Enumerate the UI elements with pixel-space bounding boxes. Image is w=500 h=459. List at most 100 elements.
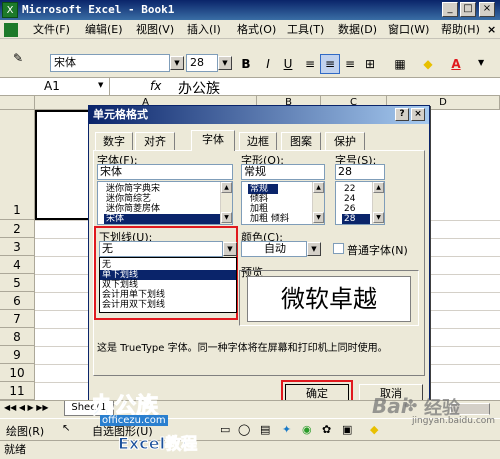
maximize-button[interactable]: □ bbox=[460, 2, 476, 17]
menu-help[interactable]: 帮助(H) bbox=[438, 22, 483, 37]
font-input[interactable]: 宋体 bbox=[97, 164, 233, 180]
scroll-up-icon[interactable]: ▲ bbox=[221, 182, 232, 193]
scroll-down-icon[interactable]: ▼ bbox=[373, 212, 384, 223]
list-item-selected[interactable]: 单下划线 bbox=[100, 270, 236, 280]
row-header[interactable]: 8 bbox=[0, 328, 35, 346]
size-dropdown-icon[interactable]: ▼ bbox=[218, 56, 232, 70]
scroll-up-icon[interactable]: ▲ bbox=[373, 182, 384, 193]
row-header[interactable]: 10 bbox=[0, 364, 35, 382]
tab-protection[interactable]: 保护 bbox=[325, 132, 365, 150]
style-listbox[interactable]: 常规 倾斜 加粗 加粗 倾斜 ▲ ▼ bbox=[241, 181, 325, 225]
list-item[interactable]: 双下划线 bbox=[100, 280, 138, 290]
list-item[interactable]: 24 bbox=[342, 194, 355, 204]
menu-format[interactable]: 格式(O) bbox=[234, 22, 279, 37]
row-header[interactable]: 6 bbox=[0, 292, 35, 310]
menu-view[interactable]: 视图(V) bbox=[133, 22, 177, 37]
menu-file[interactable]: 文件(F) bbox=[30, 22, 73, 37]
underline-button[interactable]: U bbox=[278, 54, 298, 74]
align-right-icon[interactable]: ≡ bbox=[340, 54, 360, 74]
list-item[interactable]: 无 bbox=[100, 260, 111, 270]
style-input[interactable]: 常规 bbox=[241, 164, 325, 180]
list-item[interactable]: 22 bbox=[342, 184, 355, 194]
style-scrollbar[interactable]: ▲ ▼ bbox=[312, 182, 324, 224]
tab-number[interactable]: 数字 bbox=[95, 132, 133, 150]
borders-icon[interactable]: ▦ bbox=[390, 54, 410, 74]
underline-dropdown-icon[interactable]: ▼ bbox=[223, 242, 237, 256]
font-color-button[interactable]: A bbox=[446, 54, 466, 74]
select-objects-icon[interactable]: ↖ bbox=[62, 423, 70, 434]
dialog-help-button[interactable]: ? bbox=[395, 108, 409, 121]
name-box-dropdown-icon[interactable]: ▼ bbox=[98, 81, 103, 89]
diagram-icon[interactable]: ◉ bbox=[302, 423, 312, 436]
rectangle-icon[interactable]: ▭ bbox=[220, 423, 230, 436]
size-listbox[interactable]: 22 24 26 28 ▲ ▼ bbox=[335, 181, 385, 225]
fill-color-draw-icon[interactable]: ◆ bbox=[370, 423, 378, 436]
list-item[interactable]: 倾斜 bbox=[248, 194, 268, 204]
row-header[interactable]: 4 bbox=[0, 256, 35, 274]
menu-insert[interactable]: 插入(I) bbox=[184, 22, 224, 37]
list-item-selected[interactable]: 宋体 bbox=[104, 214, 220, 224]
row-header[interactable]: 11 bbox=[0, 382, 35, 400]
menu-data[interactable]: 数据(D) bbox=[335, 22, 380, 37]
normal-font-checkbox[interactable] bbox=[333, 243, 344, 254]
bold-button[interactable]: B bbox=[236, 54, 256, 74]
draw-menu[interactable]: 绘图(R) bbox=[6, 423, 44, 439]
merge-center-icon[interactable]: ⊞ bbox=[360, 54, 380, 74]
underline-options-list[interactable]: 无 单下划线 双下划线 会计用单下划线 会计用双下划线 bbox=[99, 257, 237, 313]
list-item[interactable]: 会计用单下划线 bbox=[100, 290, 165, 300]
size-scrollbar[interactable]: ▲ ▼ bbox=[372, 182, 384, 224]
underline-combo[interactable]: 无 bbox=[99, 241, 223, 257]
tab-font[interactable]: 字体 bbox=[191, 130, 235, 151]
oval-icon[interactable]: ◯ bbox=[238, 423, 250, 436]
align-center-icon[interactable]: ≡ bbox=[320, 54, 340, 74]
picture-icon[interactable]: ▣ bbox=[342, 423, 352, 436]
row-header[interactable]: 3 bbox=[0, 238, 35, 256]
format-painter-icon[interactable]: ✎ bbox=[8, 48, 28, 68]
list-item[interactable]: 迷你简字典宋 bbox=[104, 184, 160, 194]
scroll-down-icon[interactable]: ▼ bbox=[221, 212, 232, 223]
tab-border[interactable]: 边框 bbox=[239, 132, 277, 150]
list-item[interactable]: 会计用双下划线 bbox=[100, 300, 165, 310]
function-icon[interactable]: fx bbox=[150, 79, 161, 93]
close-button[interactable]: × bbox=[479, 2, 495, 17]
scroll-down-icon[interactable]: ▼ bbox=[313, 212, 324, 223]
list-item[interactable]: 加粗 bbox=[248, 204, 268, 214]
minimize-button[interactable]: _ bbox=[442, 2, 458, 17]
row-header[interactable]: 7 bbox=[0, 310, 35, 328]
wordart-icon[interactable]: ✦ bbox=[282, 423, 291, 436]
formula-value[interactable]: 办公族 bbox=[178, 78, 220, 98]
align-left-icon[interactable]: ≡ bbox=[300, 54, 320, 74]
menu-edit[interactable]: 编辑(E) bbox=[82, 22, 126, 37]
menu-tools[interactable]: 工具(T) bbox=[284, 22, 327, 37]
row-header[interactable]: 2 bbox=[0, 220, 35, 238]
color-combo[interactable]: 自动 bbox=[241, 241, 307, 257]
row-header[interactable]: 9 bbox=[0, 346, 35, 364]
select-all-corner[interactable] bbox=[0, 96, 35, 110]
row-header[interactable]: 5 bbox=[0, 274, 35, 292]
color-dropdown-icon[interactable]: ▼ bbox=[307, 242, 321, 256]
tab-patterns[interactable]: 图案 bbox=[281, 132, 321, 150]
scroll-up-icon[interactable]: ▲ bbox=[313, 182, 324, 193]
menu-window[interactable]: 窗口(W) bbox=[385, 22, 432, 37]
tab-alignment[interactable]: 对齐 bbox=[135, 132, 175, 150]
list-item-selected[interactable]: 28 bbox=[342, 214, 370, 224]
fill-color-icon[interactable]: ◆ bbox=[418, 54, 438, 74]
font-listbox[interactable]: 迷你简字典宋 迷你简综艺 迷你简菱房体 宋体 ▲ ▼ bbox=[97, 181, 233, 225]
dialog-close-button[interactable]: × bbox=[411, 108, 425, 121]
row-header[interactable]: 1 bbox=[0, 110, 35, 220]
size-input[interactable]: 28 bbox=[335, 164, 385, 180]
list-item[interactable]: 加粗 倾斜 bbox=[248, 214, 289, 224]
toolbar-options-icon[interactable]: ▼ bbox=[478, 58, 484, 67]
clipart-icon[interactable]: ✿ bbox=[322, 423, 331, 436]
italic-button[interactable]: I bbox=[258, 54, 278, 74]
font-dropdown-icon[interactable]: ▼ bbox=[170, 56, 184, 70]
list-item[interactable]: 迷你简菱房体 bbox=[104, 204, 160, 214]
list-item-selected[interactable]: 常规 bbox=[248, 184, 278, 194]
name-box[interactable]: A1 ▼ bbox=[0, 78, 110, 95]
menu-close-icon[interactable]: × bbox=[484, 22, 499, 37]
list-item[interactable]: 迷你简综艺 bbox=[104, 194, 151, 204]
font-name-box[interactable]: 宋体 bbox=[50, 54, 170, 72]
list-item[interactable]: 26 bbox=[342, 204, 355, 214]
sheet-nav-icons[interactable]: ◀◀ ◀ ▶ ▶▶ bbox=[4, 403, 49, 412]
font-scrollbar[interactable]: ▲ ▼ bbox=[220, 182, 232, 224]
